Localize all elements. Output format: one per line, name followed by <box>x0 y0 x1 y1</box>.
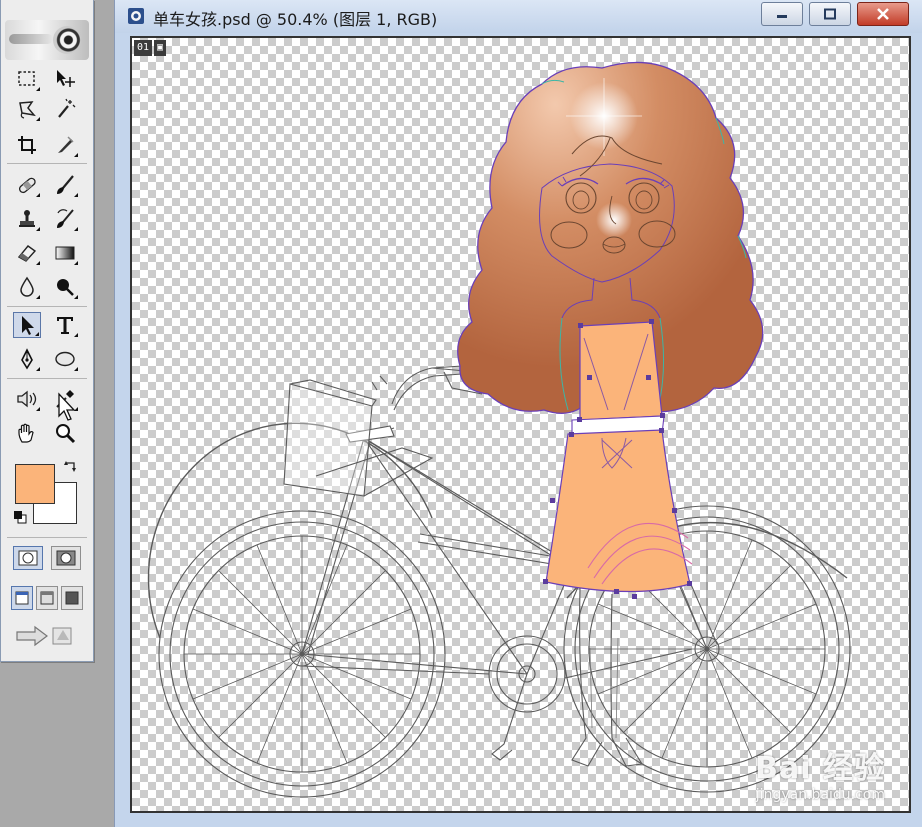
document-titlebar[interactable]: 单车女孩.psd @ 50.4% (图层 1, RGB) <box>115 0 922 33</box>
stamp-icon <box>19 210 35 227</box>
close-icon <box>877 8 889 20</box>
image-canvas[interactable]: 01 ▣ Bai 经验 jingyan.baidu.com <box>130 36 911 813</box>
document-window: 单车女孩.psd @ 50.4% (图层 1, RGB) 01 ▣ Bai 经验… <box>114 0 922 827</box>
jump-to-imageready-button[interactable] <box>13 622 83 650</box>
full-screen-menu-mode-button[interactable] <box>36 586 58 610</box>
magic-wand-tool[interactable] <box>51 96 79 122</box>
brush-icon <box>57 175 74 194</box>
default-colors-icon[interactable] <box>13 510 27 524</box>
watermark-brand: Bai 经验 <box>755 751 885 786</box>
quick-mask-icon <box>56 550 76 566</box>
frame-image-icon: ▣ <box>154 40 167 56</box>
standard-screen-mode-button[interactable] <box>11 586 33 610</box>
droplet-icon <box>20 276 34 297</box>
eraser-tool[interactable] <box>13 240 41 266</box>
document-title: 单车女孩.psd @ 50.4% (图层 1, RGB) <box>153 10 438 29</box>
crop-tool[interactable] <box>13 132 41 158</box>
type-tool[interactable] <box>51 312 79 338</box>
brush-tool[interactable] <box>51 172 79 198</box>
foreground-color-swatch[interactable] <box>15 464 55 504</box>
full-screen-menu-icon <box>40 591 54 605</box>
type-t-icon <box>57 317 73 334</box>
move-tool[interactable] <box>51 66 79 92</box>
magnifier-icon <box>56 424 76 444</box>
feather-icon <box>9 34 53 44</box>
restore-icon <box>824 8 836 20</box>
standard-mode-icon <box>18 550 38 566</box>
jump-to-app-icon <box>16 625 72 647</box>
slice-icon <box>58 136 74 153</box>
notes-tool[interactable] <box>13 386 41 412</box>
zoom-tool[interactable] <box>51 420 79 446</box>
full-screen-mode-button[interactable] <box>61 586 83 610</box>
lasso-tool[interactable] <box>13 96 41 122</box>
quick-mask-mode-button[interactable] <box>51 546 81 570</box>
window-icon <box>15 591 29 605</box>
crop-icon <box>18 136 36 154</box>
rectangular-marquee-tool[interactable] <box>13 66 41 92</box>
dress-bodice <box>579 321 663 421</box>
psd-document-icon <box>128 8 144 24</box>
speaker-icon <box>17 390 37 408</box>
path-selection-tool[interactable] <box>13 312 41 338</box>
minimize-button[interactable] <box>761 2 803 26</box>
photoshop-logo[interactable] <box>5 20 89 60</box>
baidu-watermark: Bai 经验 jingyan.baidu.com <box>755 743 885 803</box>
bicycle <box>147 365 851 798</box>
artwork-bicycle-girl <box>147 61 851 798</box>
marquee-icon <box>18 71 35 86</box>
dodge-tool[interactable] <box>51 274 79 300</box>
move-icon <box>57 70 75 87</box>
watermark-url: jingyan.baidu.com <box>755 787 885 803</box>
lasso-icon <box>19 101 36 119</box>
full-screen-icon <box>65 591 79 605</box>
magic-wand-icon <box>58 98 76 118</box>
eye-logo-icon <box>53 26 81 54</box>
dress-skirt <box>545 429 691 593</box>
eraser-icon <box>17 245 37 262</box>
ellipse-tool[interactable] <box>51 346 79 372</box>
standard-mode-button[interactable] <box>13 546 43 570</box>
close-button[interactable] <box>857 2 909 26</box>
mouse-cursor-icon <box>58 392 76 421</box>
maximize-button[interactable] <box>809 2 851 26</box>
pen-tool[interactable] <box>13 346 41 372</box>
history-brush-icon <box>57 209 74 228</box>
bandage-icon <box>18 177 36 194</box>
dodge-icon <box>57 279 74 296</box>
pen-icon <box>21 348 33 370</box>
swap-colors-icon[interactable] <box>63 460 79 474</box>
gradient-icon <box>55 246 75 260</box>
blur-tool[interactable] <box>13 274 41 300</box>
minimize-icon <box>777 15 787 18</box>
healing-brush-tool[interactable] <box>13 172 41 198</box>
slice-tool[interactable] <box>51 132 79 158</box>
clone-stamp-tool[interactable] <box>13 206 41 232</box>
gradient-tool[interactable] <box>51 240 79 266</box>
toolbox-panel <box>0 0 94 662</box>
ellipse-icon <box>55 351 75 367</box>
frame-number: 01 <box>134 40 153 56</box>
hand-icon <box>18 423 34 443</box>
girl-figure <box>457 61 764 767</box>
frame-badge: 01 ▣ <box>134 40 167 56</box>
history-brush-tool[interactable] <box>51 206 79 232</box>
hand-tool[interactable] <box>13 420 41 446</box>
